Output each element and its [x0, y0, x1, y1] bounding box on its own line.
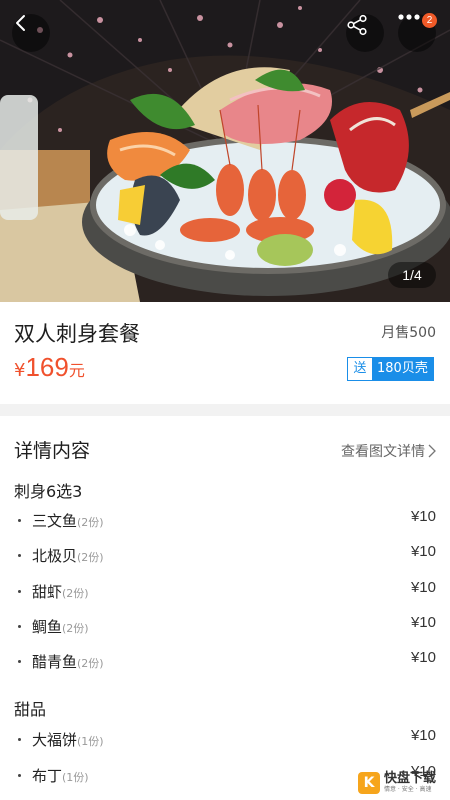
product-info: 双人刺身套餐 月售500 ¥ 169 元 送 180贝壳	[0, 302, 450, 404]
more-icon	[398, 14, 420, 20]
back-arrow-icon	[16, 15, 25, 31]
list-item: 醋青鱼(2份) ¥10	[0, 649, 450, 675]
item-name-wrap: 醋青鱼(2份)	[32, 651, 104, 672]
view-details-label: 查看图文详情	[341, 444, 425, 460]
bullet-dot	[18, 519, 21, 522]
item-name: 鲷鱼	[32, 618, 63, 636]
item-price: ¥10	[410, 543, 436, 560]
item-name: 三文鱼	[32, 512, 78, 530]
gift-tag: 送	[348, 358, 372, 380]
price-unit: 元	[68, 361, 85, 380]
bullet-dot	[18, 590, 21, 593]
item-qty: (2份)	[77, 551, 104, 564]
product-title: 双人刺身套餐	[14, 322, 140, 346]
list-item: 三文鱼(2份) ¥10	[0, 508, 450, 534]
section-divider	[0, 404, 450, 416]
item-name: 布丁	[32, 767, 63, 785]
bullet-dot	[18, 625, 21, 628]
sashimi-platter-illustration	[0, 0, 450, 302]
item-price: ¥10	[410, 727, 436, 744]
item-name-wrap: 甜虾(2份)	[32, 581, 89, 602]
list-item: 北极贝(2份) ¥10	[0, 543, 450, 569]
item-name: 甜虾	[32, 583, 63, 601]
item-name-wrap: 布丁(1份)	[32, 765, 89, 786]
item-price: ¥10	[410, 649, 436, 666]
watermark-sub: 情意 · 安全 · 高速	[384, 786, 432, 793]
item-price: ¥10	[410, 579, 436, 596]
item-qty: (1份)	[62, 771, 89, 784]
item-qty: (2份)	[77, 516, 104, 529]
gift-badge: 送 180贝壳	[347, 357, 434, 381]
list-item: 鲷鱼(2份) ¥10	[0, 614, 450, 640]
group-title: 刺身6选3	[14, 482, 83, 501]
bullet-dot	[18, 738, 21, 741]
item-qty: (2份)	[62, 622, 89, 635]
item-qty: (1份)	[77, 735, 104, 748]
watermark-logo-icon: K	[358, 772, 380, 794]
group-title: 甜品	[14, 700, 47, 719]
product-photo[interactable]: 2 1/4	[0, 0, 450, 302]
item-name-wrap: 北极贝(2份)	[32, 545, 104, 566]
watermark-text: 快盘下载 情意 · 安全 · 高速	[384, 772, 436, 794]
details-section: 详情内容 查看图文详情 刺身6选3 三文鱼(2份) ¥10 北极贝(2份) ¥1…	[0, 416, 450, 800]
share-button[interactable]	[346, 14, 384, 52]
product-price: ¥ 169 元	[14, 352, 85, 383]
price-value: 169	[25, 352, 69, 382]
item-name-wrap: 鲷鱼(2份)	[32, 616, 89, 637]
item-qty: (2份)	[77, 657, 104, 670]
item-qty: (2份)	[62, 587, 89, 600]
site-watermark: K 快盘下载 情意 · 安全 · 高速	[358, 768, 448, 798]
share-icon	[347, 14, 367, 36]
watermark-main: 快盘下载	[384, 771, 437, 786]
back-button[interactable]	[12, 14, 50, 52]
item-price: ¥10	[410, 508, 436, 525]
notification-badge: 2	[422, 13, 437, 28]
item-price: ¥10	[410, 614, 436, 631]
list-item: 甜虾(2份) ¥10	[0, 579, 450, 605]
monthly-sales: 月售500	[381, 325, 436, 341]
item-name-wrap: 三文鱼(2份)	[32, 510, 104, 531]
list-item: 大福饼(1份) ¥10	[0, 727, 450, 753]
item-name: 醋青鱼	[32, 653, 78, 671]
details-heading: 详情内容	[14, 440, 91, 462]
gift-value: 180贝壳	[372, 358, 433, 380]
bullet-dot	[18, 774, 21, 777]
item-name: 北极贝	[32, 547, 78, 565]
image-counter: 1/4	[388, 262, 436, 288]
item-name: 大福饼	[32, 731, 78, 749]
chevron-right-icon	[428, 444, 436, 458]
view-details-link[interactable]: 查看图文详情	[341, 441, 436, 461]
bullet-dot	[18, 660, 21, 663]
bullet-dot	[18, 554, 21, 557]
price-currency: ¥	[14, 360, 26, 381]
item-name-wrap: 大福饼(1份)	[32, 729, 104, 750]
